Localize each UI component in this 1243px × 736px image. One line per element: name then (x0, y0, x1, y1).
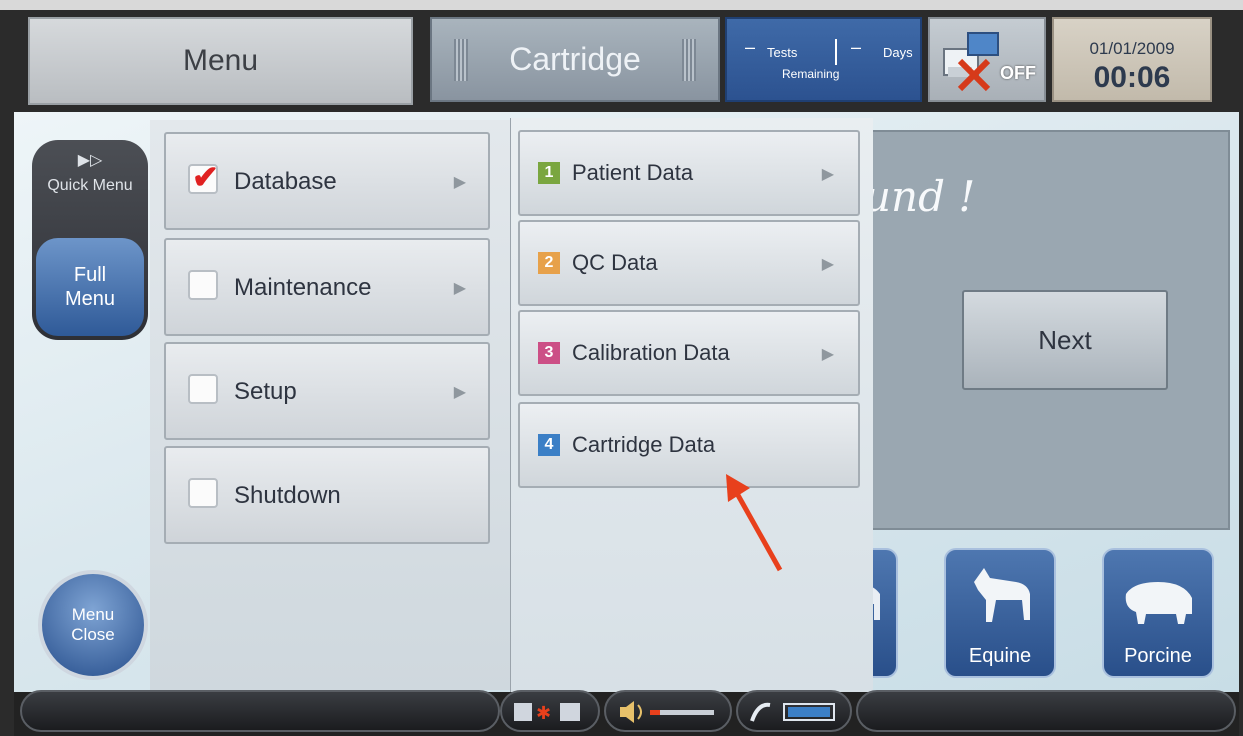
printer-off-label: OFF (1000, 63, 1036, 83)
speaker-icon (620, 701, 714, 723)
full-menu-label: Full Menu (64, 264, 116, 310)
submenu-item-label: Calibration Data (572, 340, 730, 365)
next-button[interactable]: Next (962, 290, 1168, 390)
storage-icon: ✱ (514, 703, 580, 724)
date: 01/01/2009 (1089, 39, 1175, 58)
number-badge: 3 (538, 342, 560, 364)
tests-label: Tests (767, 45, 798, 60)
date-time-display: 01/01/2009 00:06 (1052, 17, 1212, 102)
chevron-right-icon: ▶ (821, 166, 834, 183)
menu-close-label: Menu Close (71, 605, 115, 644)
remaining-label: Remaining (782, 67, 840, 81)
menu-item-label: Setup (234, 378, 297, 405)
checkbox: ✔ (188, 159, 219, 195)
checkbox (188, 478, 218, 508)
menu-item-maintenance[interactable]: Maintenance ▶ (164, 238, 490, 336)
submenu-item-patient-data[interactable]: 1 Patient Data ▶ (518, 130, 860, 216)
chevron-right-icon: ▶ (453, 174, 466, 191)
days-label: Days (883, 45, 913, 60)
submenu-item-label: QC Data (572, 250, 658, 275)
message-text: und ! (864, 172, 976, 221)
cartridge-label: Cartridge (509, 41, 641, 77)
submenu-item-label: Patient Data (572, 160, 694, 185)
menu-item-label: Shutdown (234, 482, 341, 509)
status-pill (856, 690, 1236, 732)
days-value: – (851, 37, 862, 57)
chevron-right-icon: ▶ (453, 384, 466, 401)
divider (835, 39, 837, 65)
number-badge: 4 (538, 434, 560, 456)
printer-off-icon (943, 32, 999, 92)
menu-title: Menu (28, 17, 413, 105)
submenu-item-cartridge-data[interactable]: 4 Cartridge Data (518, 402, 860, 488)
horse-icon (974, 568, 1030, 622)
tests-value: – (745, 37, 756, 57)
menu-item-label: Maintenance (234, 274, 372, 301)
grip-icon (454, 39, 468, 81)
red-pointer-arrow-icon (726, 474, 783, 572)
volume-control[interactable] (604, 690, 732, 732)
chevron-right-icon: ▶ (821, 346, 834, 363)
chevron-right-icon: ▶ (821, 256, 834, 273)
checkmark-icon: ✔ (192, 159, 219, 195)
tests-remaining-display: – Tests – Days Remaining (725, 17, 922, 102)
checkbox (188, 270, 218, 300)
equine-button[interactable]: Equine (944, 548, 1056, 678)
play-arrows-icon: ▶▷ (77, 152, 103, 169)
pig-icon (1125, 582, 1192, 624)
porcine-label: Porcine (1124, 645, 1192, 667)
menu-item-shutdown[interactable]: Shutdown (164, 446, 490, 544)
power-battery-icon (750, 702, 835, 722)
printer-status-button[interactable]: OFF (928, 17, 1046, 102)
status-pill (20, 690, 500, 732)
quick-menu-button[interactable]: ▶▷ Quick Menu (32, 140, 148, 240)
cartridge-button[interactable]: Cartridge (430, 17, 720, 102)
number-badge: 1 (538, 162, 560, 184)
equine-label: Equine (968, 645, 1032, 667)
number-badge: 2 (538, 252, 560, 274)
top-bezel (0, 0, 1243, 10)
storage-status: ✱ (500, 690, 600, 732)
checkbox (188, 374, 218, 404)
porcine-button[interactable]: Porcine (1102, 548, 1214, 678)
menu-item-setup[interactable]: Setup ▶ (164, 342, 490, 440)
submenu-item-qc-data[interactable]: 2 QC Data ▶ (518, 220, 860, 306)
menu-item-database[interactable]: ✔ Database ▶ (164, 132, 490, 230)
full-menu-button[interactable]: Full Menu (36, 238, 144, 336)
menu-close-button[interactable]: Menu Close (38, 570, 148, 680)
submenu-item-label: Cartridge Data (572, 432, 716, 457)
menu-item-label: Database (234, 168, 337, 195)
time: 00:06 (1093, 61, 1171, 94)
submenu-item-calibration-data[interactable]: 3 Calibration Data ▶ (518, 310, 860, 396)
power-status (736, 690, 852, 732)
grip-icon (682, 39, 696, 81)
svg-text:✱: ✱ (536, 703, 551, 724)
quick-menu-label: Quick Menu (47, 177, 133, 194)
chevron-right-icon: ▶ (453, 280, 466, 297)
